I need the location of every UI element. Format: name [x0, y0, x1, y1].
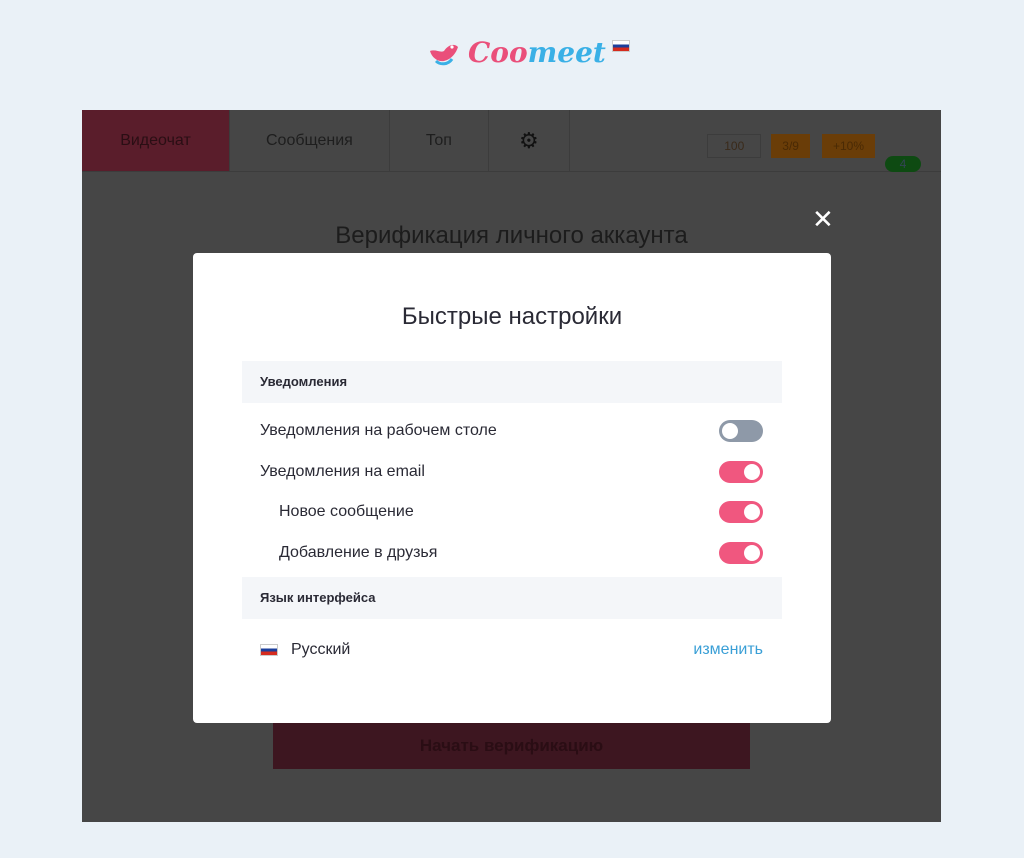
- toggle-label: Уведомления на email: [260, 462, 425, 480]
- top-nav: Видеочат Сообщения Топ ⚙ 100 3/9 +10% 4: [82, 110, 941, 172]
- friend-add-toggle[interactable]: [719, 541, 763, 564]
- logo-text: meet: [527, 36, 606, 69]
- desktop-notifications-toggle[interactable]: [719, 420, 763, 443]
- toggle-label: Добавление в друзья: [279, 543, 438, 561]
- email-notifications-toggle[interactable]: [719, 460, 763, 483]
- progress-stat[interactable]: 3/9: [771, 134, 810, 158]
- toggle-label: Уведомления на рабочем столе: [260, 422, 497, 440]
- logo-text: Coo: [468, 36, 528, 69]
- tab-videochat[interactable]: Видеочат: [82, 110, 230, 171]
- toggle-label: Новое сообщение: [279, 503, 414, 521]
- russian-flag-icon[interactable]: [612, 40, 630, 52]
- toggle-row-desktop: Уведомления на рабочем столе: [242, 411, 782, 452]
- tab-top[interactable]: Топ: [390, 110, 489, 171]
- toggle-row-friend-add: Добавление в друзья: [242, 533, 782, 574]
- current-language: Русский: [291, 641, 351, 658]
- coomeet-logo[interactable]: Coomeet: [426, 36, 606, 69]
- toggle-row-email: Уведомления на email: [242, 452, 782, 493]
- new-message-toggle[interactable]: [719, 501, 763, 524]
- toggle-row-new-message: Новое сообщение: [242, 492, 782, 533]
- level-badge: 4: [885, 156, 921, 172]
- notifications-header: Уведомления: [242, 361, 782, 403]
- change-language-link[interactable]: изменить: [693, 641, 763, 659]
- quick-settings-modal: Быстрые настройки Уведомления Уведомлени…: [193, 253, 831, 723]
- avatar[interactable]: 4: [885, 128, 921, 172]
- modal-title: Быстрые настройки: [401, 303, 623, 330]
- settings-button[interactable]: ⚙: [489, 110, 570, 171]
- close-icon[interactable]: ✕: [812, 204, 834, 235]
- bird-icon: [430, 44, 458, 65]
- russian-flag-icon: [260, 644, 278, 656]
- start-verification-button[interactable]: Начать верификацию: [273, 722, 750, 769]
- language-header: Язык интерфейса: [242, 577, 782, 619]
- coins-stat[interactable]: 100: [707, 134, 762, 158]
- tab-messages[interactable]: Сообщения: [230, 110, 390, 171]
- gear-icon: ⚙: [518, 127, 539, 153]
- bonus-stat[interactable]: +10%: [821, 134, 875, 158]
